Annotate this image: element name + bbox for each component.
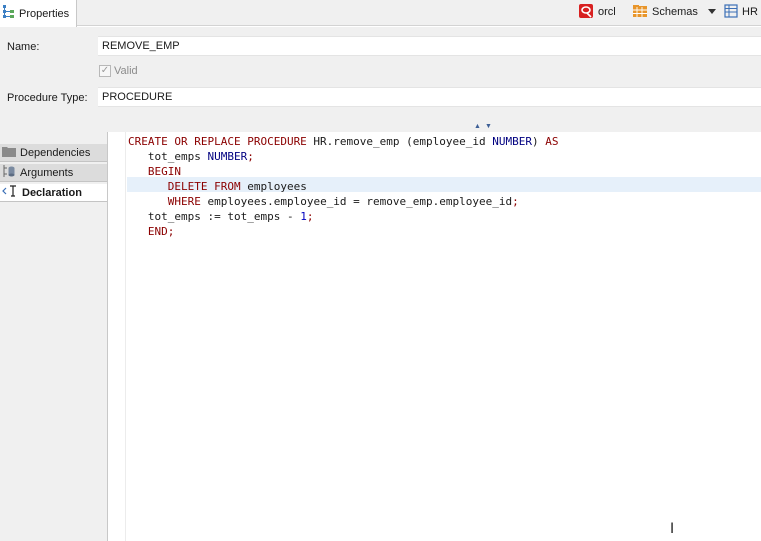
properties-panel: Name: REMOVE_EMP ✓ Valid Procedure Type:… [0,27,761,132]
connection-label: orcl [598,6,616,18]
schema-selector[interactable]: HR [724,3,758,21]
tab-properties-label: Properties [19,7,70,20]
schemas-label: Schemas [652,6,698,18]
properties-icon [2,4,16,23]
database-connection-icon [578,3,594,22]
expand-down-icon: ▼ [484,123,492,130]
nav-item-label: Dependencies [20,146,91,159]
valid-label: Valid [114,65,138,77]
name-label: Name: [7,41,40,53]
code-line-1: CREATE OR REPLACE PROCEDURE HR.remove_em… [128,135,559,148]
dropdown-arrow-icon [707,6,717,18]
code-line-4: DELETE FROM employees [128,180,307,193]
nav-item-declaration[interactable]: Declaration [0,184,107,202]
procedure-type-label: Procedure Type: [7,92,88,104]
nav-item-dependencies[interactable]: Dependencies [0,144,107,162]
schema-dropdown-button[interactable] [707,3,717,21]
nav-item-label: Declaration [22,186,82,199]
code-line-3: BEGIN [128,165,181,178]
section-nav: Dependencies Arguments Declaration [0,132,108,541]
code-line-7: END; [128,225,175,238]
check-icon: ✓ [99,65,111,77]
text-cursor-icon: I [670,521,675,537]
editor-gutter [108,132,126,541]
nav-item-arguments[interactable]: Arguments [0,164,107,182]
splitter-handle[interactable]: ▲ ▼ [474,123,492,130]
valid-checkbox[interactable]: ✓ Valid [99,65,138,77]
tab-properties[interactable]: Properties [0,0,77,27]
top-toolbar: Properties orcl Schemas HR [0,0,761,27]
schemas-icon [632,4,648,21]
name-field[interactable]: REMOVE_EMP [98,36,761,56]
code-line-5: WHERE employees.employee_id = remove_emp… [128,195,519,208]
procedure-type-field[interactable]: PROCEDURE [98,87,761,107]
schema-icon [724,3,738,21]
collapse-up-icon: ▲ [474,123,481,130]
arguments-icon [2,164,16,181]
nav-item-label: Arguments [20,166,74,179]
code-line-6: tot_emps := tot_emps - 1; [128,210,314,223]
code-line-2: tot_emps NUMBER; [128,150,254,163]
declaration-icon [2,184,18,201]
code-editor[interactable]: CREATE OR REPLACE PROCEDURE HR.remove_em… [108,132,761,541]
schema-label: HR [742,6,758,18]
schemas-button[interactable]: Schemas [632,3,698,21]
connection-selector[interactable]: orcl [578,3,616,21]
folder-icon [2,145,16,160]
